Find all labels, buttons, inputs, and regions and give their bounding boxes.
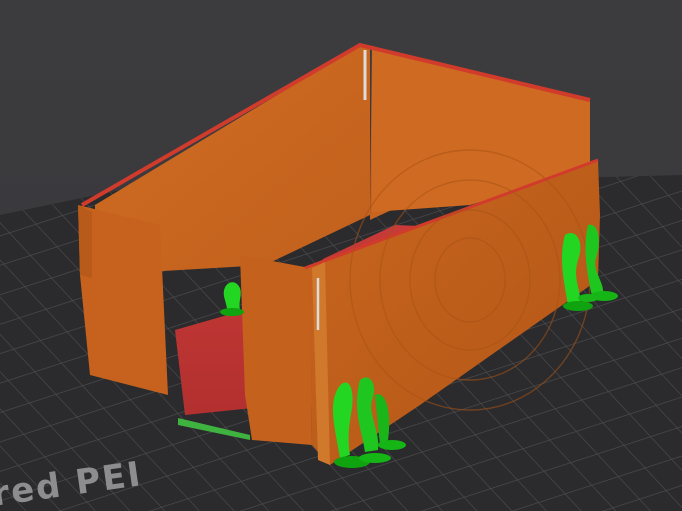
scene-canvas[interactable]: red PEI <box>0 0 682 511</box>
middle-front-post <box>240 255 312 445</box>
left-post-side <box>78 205 92 278</box>
3d-preview-viewport[interactable]: red PEI <box>0 0 682 511</box>
